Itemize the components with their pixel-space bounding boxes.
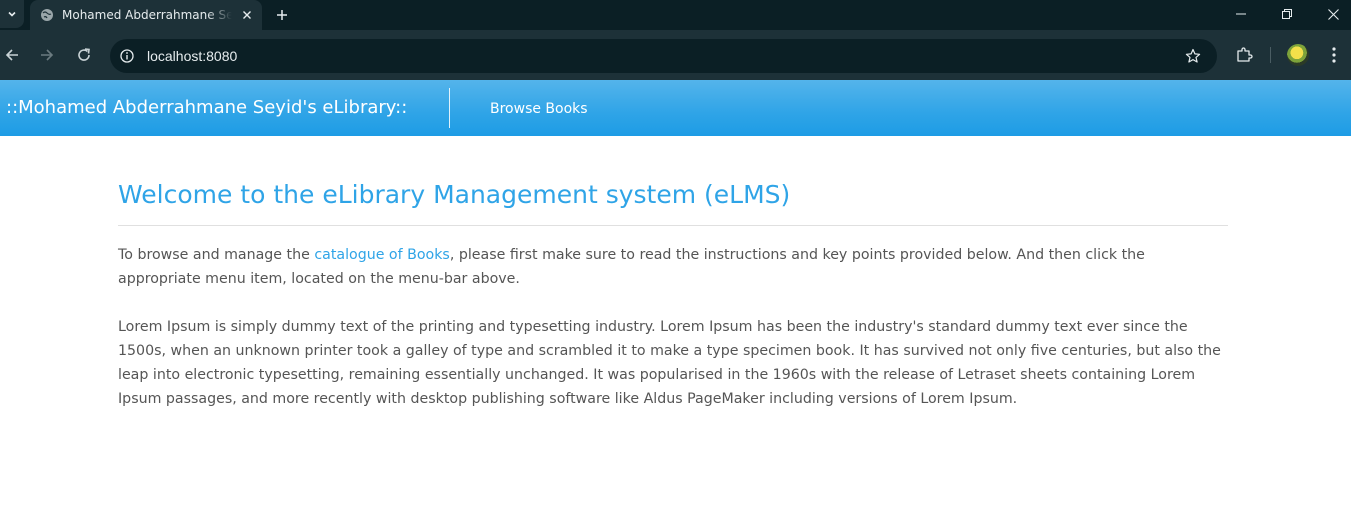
restore-button[interactable]: [1276, 4, 1298, 24]
bookmark-button[interactable]: [1184, 47, 1202, 65]
more-vertical-icon: [1332, 47, 1336, 63]
close-icon: [1327, 8, 1339, 20]
restore-icon: [1282, 9, 1292, 19]
toolbar-separator: [1270, 47, 1271, 63]
globe-icon: [41, 9, 53, 21]
nav-link-browse-books[interactable]: Browse Books: [490, 99, 588, 119]
lorem-paragraph: Lorem Ipsum is simply dummy text of the …: [118, 319, 1221, 407]
title-divider: [118, 225, 1228, 226]
avatar[interactable]: [1287, 44, 1309, 66]
site-info-button[interactable]: [119, 48, 135, 64]
reload-icon: [78, 48, 90, 61]
main-content: Welcome to the eLibrary Management syste…: [118, 136, 1228, 411]
url-text[interactable]: localhost:8080: [147, 47, 237, 65]
browser-tab-bar: Mohamed Abderrahmane Seyid's eLibrary: [0, 0, 1351, 30]
forward-arrow-icon: [41, 49, 54, 61]
forward-button[interactable]: [37, 45, 57, 65]
reload-button[interactable]: [74, 45, 94, 65]
browser-tab-active[interactable]: Mohamed Abderrahmane Seyid's eLibrary: [30, 0, 262, 30]
star-icon: [1185, 48, 1201, 63]
tab-title: Mohamed Abderrahmane Seyid's eLibrary: [62, 8, 232, 22]
chevron-down-icon: [8, 11, 16, 17]
browser-toolbar: localhost:8080: [0, 30, 1351, 80]
back-button[interactable]: [2, 45, 22, 65]
address-bar[interactable]: localhost:8080: [110, 39, 1217, 73]
close-icon: [243, 11, 251, 19]
back-arrow-icon: [5, 49, 18, 61]
intro-paragraph: To browse and manage the catalogue of Bo…: [118, 243, 1228, 291]
tab-close-button[interactable]: [238, 6, 256, 24]
minimize-icon: [1236, 13, 1246, 15]
minimize-button[interactable]: [1230, 4, 1252, 24]
site-navbar: ::Mohamed Abderrahmane Seyid's eLibrary:…: [0, 80, 1351, 136]
puzzle-icon: [1237, 47, 1253, 62]
catalogue-of-books-link[interactable]: catalogue of Books: [314, 247, 450, 263]
extensions-button[interactable]: [1234, 45, 1254, 65]
browser-menu-button[interactable]: [1324, 45, 1344, 65]
page-title: Welcome to the eLibrary Management syste…: [118, 180, 791, 209]
plus-icon: [277, 10, 287, 20]
navbar-divider: [449, 88, 450, 128]
new-tab-button[interactable]: [272, 5, 292, 25]
tab-list-button[interactable]: [0, 0, 24, 28]
close-window-button[interactable]: [1322, 4, 1344, 24]
info-icon: [120, 49, 134, 63]
navbar-brand[interactable]: ::Mohamed Abderrahmane Seyid's eLibrary:…: [6, 96, 407, 120]
intro-text-start: To browse and manage the: [118, 247, 315, 263]
